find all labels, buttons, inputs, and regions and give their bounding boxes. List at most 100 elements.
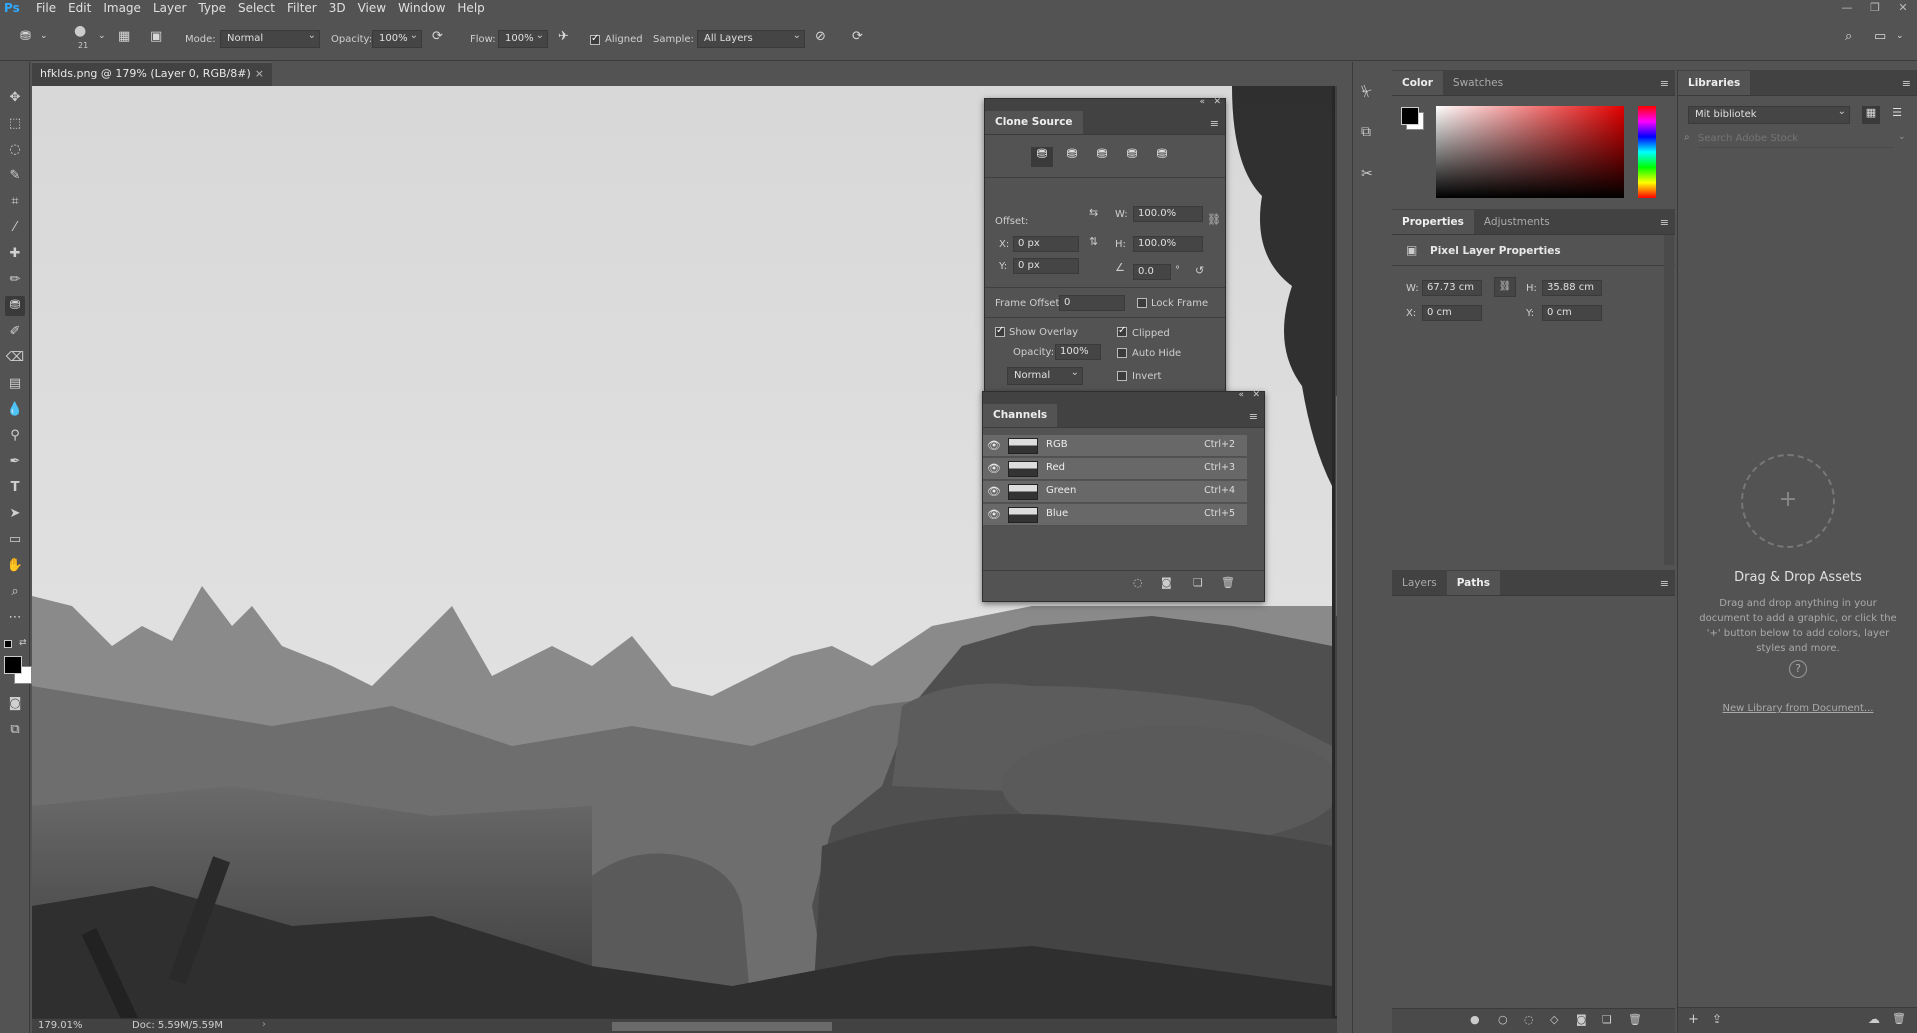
panel-menu-icon[interactable]: ≡	[1902, 77, 1911, 90]
chevron-down-icon[interactable]: ⌄	[1898, 132, 1906, 142]
workspace-icon[interactable]: ▭	[1874, 29, 1886, 44]
chevron-down-icon[interactable]: ⌄	[40, 31, 48, 41]
load-channel-selection-icon[interactable]: ◌	[1133, 576, 1143, 589]
swap-colors-icon[interactable]: ⇄	[19, 638, 27, 648]
menu-help[interactable]: Help	[451, 0, 490, 16]
x-input[interactable]: 0 cm	[1422, 305, 1482, 321]
crop-tool-icon[interactable]: ⌗	[5, 192, 25, 212]
clone-stamp-tool-icon[interactable]: ⛃	[5, 296, 25, 316]
chevron-down-icon[interactable]: ⌄	[98, 31, 106, 41]
minimize-button[interactable]: —	[1833, 0, 1861, 16]
delete-channel-icon[interactable]: 🗑	[1221, 576, 1235, 589]
search-icon[interactable]: ⌕	[1845, 29, 1852, 44]
marquee-tool-icon[interactable]: ⬚	[5, 114, 25, 134]
ignore-adjustment-layers-icon[interactable]: ⊘	[815, 29, 826, 44]
overlay-opacity-input[interactable]: 100%	[1055, 344, 1101, 360]
show-overlay-checkbox[interactable]	[995, 325, 1005, 337]
zoom-level[interactable]: 179.01%	[38, 1020, 83, 1031]
status-menu-arrow-icon[interactable]: ›	[262, 1019, 266, 1030]
foreground-color-swatch[interactable]	[4, 656, 22, 674]
tab-layers[interactable]: Layers	[1392, 571, 1447, 595]
new-library-link[interactable]: New Library from Document...	[1678, 703, 1917, 714]
height-input[interactable]: 35.88 cm	[1542, 280, 1602, 296]
width-input[interactable]: 67.73 cm	[1422, 280, 1482, 296]
blur-tool-icon[interactable]: 💧	[5, 400, 25, 420]
reset-transform-icon[interactable]: ↺	[1195, 264, 1204, 277]
horizontal-scroll-thumb[interactable]	[612, 1022, 832, 1031]
add-asset-plus-icon[interactable]: +	[1741, 454, 1835, 548]
aligned-checkbox[interactable]	[590, 33, 600, 45]
restore-button[interactable]: ❐	[1861, 0, 1889, 16]
panel-menu-icon[interactable]: ≡	[1249, 410, 1258, 423]
tool-presets-icon[interactable]: ✂	[1361, 166, 1373, 182]
clone-source-5-icon[interactable]: ⛃	[1151, 147, 1173, 167]
dodge-tool-icon[interactable]: ⚲	[5, 426, 25, 446]
make-work-path-icon[interactable]: ◇	[1550, 1013, 1558, 1026]
menu-select[interactable]: Select	[232, 0, 281, 16]
delete-path-icon[interactable]: 🗑	[1628, 1013, 1642, 1026]
clone-source-2-icon[interactable]: ⛃	[1061, 147, 1083, 167]
chevron-down-icon[interactable]: ⌄	[1896, 31, 1904, 41]
cloud-sync-icon[interactable]: ☁	[1868, 1012, 1880, 1026]
quick-mask-icon[interactable]: ◙	[5, 694, 25, 714]
quick-select-tool-icon[interactable]: ✎	[5, 166, 25, 186]
upload-icon[interactable]: ⇪	[1712, 1012, 1722, 1026]
channel-row-red[interactable]: 👁 Red Ctrl+3	[983, 458, 1247, 480]
invert-checkbox[interactable]	[1117, 371, 1127, 381]
hand-tool-icon[interactable]: ✋	[5, 556, 25, 576]
visibility-eye-icon[interactable]: 👁	[987, 508, 1001, 521]
menu-3d[interactable]: 3D	[323, 0, 352, 16]
properties-scrollbar[interactable]	[1664, 235, 1674, 565]
brush-settings-icon[interactable]: ▦	[118, 29, 130, 44]
lock-frame-checkbox[interactable]	[1137, 298, 1147, 308]
menu-filter[interactable]: Filter	[281, 0, 323, 16]
more-tools-icon[interactable]: ⋯	[5, 608, 25, 628]
opacity-input[interactable]: 100%	[372, 28, 422, 48]
menu-type[interactable]: Type	[192, 0, 232, 16]
add-mask-icon[interactable]: ◙	[1576, 1013, 1587, 1026]
rotation-input[interactable]: 0.0	[1133, 264, 1171, 280]
pressure-size-icon[interactable]: ⟳	[852, 29, 863, 44]
stock-search-input[interactable]	[1698, 130, 1894, 148]
channel-row-blue[interactable]: 👁 Blue Ctrl+5	[983, 504, 1247, 526]
tab-libraries[interactable]: Libraries	[1678, 71, 1751, 95]
delete-icon[interactable]: 🗑	[1892, 1012, 1906, 1025]
flip-horizontal-icon[interactable]: ⇆	[1089, 206, 1098, 219]
visibility-eye-icon[interactable]: 👁	[987, 462, 1001, 475]
default-colors-icon[interactable]	[4, 640, 12, 648]
menu-view[interactable]: View	[352, 0, 392, 16]
tab-channels[interactable]: Channels	[983, 403, 1058, 427]
menu-image[interactable]: Image	[97, 0, 147, 16]
panel-menu-icon[interactable]: ≡	[1660, 216, 1669, 229]
vertical-scrollbar[interactable]	[1335, 86, 1337, 1016]
type-tool-icon[interactable]: T	[5, 478, 25, 498]
eyedropper-tool-icon[interactable]: ⁄	[5, 218, 25, 238]
link-dimensions-icon[interactable]: ⛓	[1494, 277, 1516, 297]
panel-header[interactable]: « ✕	[985, 97, 1225, 111]
menu-edit[interactable]: Edit	[62, 0, 97, 16]
pressure-opacity-icon[interactable]: ⟳	[432, 29, 443, 44]
close-tab-icon[interactable]: ×	[255, 63, 264, 85]
panel-menu-icon[interactable]: ≡	[1660, 577, 1669, 590]
save-selection-channel-icon[interactable]: ◙	[1161, 576, 1172, 589]
pen-tool-icon[interactable]: ✒	[5, 452, 25, 472]
visibility-eye-icon[interactable]: 👁	[987, 485, 1001, 498]
add-content-icon[interactable]: +	[1688, 1012, 1699, 1027]
clone-stamp-tool-preset-icon[interactable]: ⛃	[20, 29, 31, 44]
new-path-icon[interactable]: ❏	[1602, 1013, 1612, 1026]
new-channel-icon[interactable]: ❏	[1193, 576, 1203, 589]
menu-window[interactable]: Window	[392, 0, 451, 16]
tab-clone-source[interactable]: Clone Source	[985, 110, 1083, 134]
screen-mode-icon[interactable]: ⧉	[5, 720, 25, 740]
auto-hide-checkbox[interactable]	[1117, 348, 1127, 358]
clipped-checkbox[interactable]	[1117, 325, 1127, 337]
clone-source-1-icon[interactable]: ⛃	[1031, 147, 1053, 167]
flip-vertical-icon[interactable]: ⇅	[1089, 235, 1098, 248]
collapse-panel-icon[interactable]: «	[1199, 97, 1205, 107]
fill-path-icon[interactable]: ●	[1470, 1013, 1480, 1026]
hue-slider[interactable]	[1638, 106, 1656, 198]
offset-y-input[interactable]: 0 px	[1013, 258, 1079, 274]
visibility-eye-icon[interactable]: 👁	[987, 439, 1001, 452]
healing-brush-tool-icon[interactable]: ✚	[5, 244, 25, 264]
panel-menu-icon[interactable]: ≡	[1660, 77, 1669, 90]
